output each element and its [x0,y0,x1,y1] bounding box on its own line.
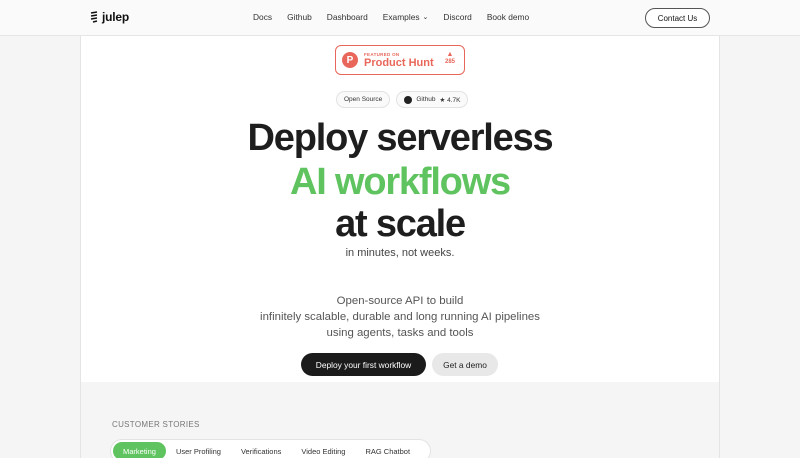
top-header: julep Docs Github Dashboard Examples ⌄ D… [0,0,800,36]
get-demo-button[interactable]: Get a demo [432,353,498,376]
nav-examples[interactable]: Examples ⌄ [383,12,429,22]
nav-github[interactable]: Github [287,12,312,22]
nav-docs[interactable]: Docs [253,12,272,22]
product-hunt-text: FEATURED ON Product Hunt [364,52,434,69]
tab-video-editing[interactable]: Video Editing [291,442,355,458]
product-hunt-icon: P [342,52,358,68]
badge-row: Open Source Github ★ 4.7K [336,91,469,108]
julep-logo-icon [90,11,98,23]
hero-title-line-3: at scale [335,203,466,245]
github-pill[interactable]: Github ★ 4.7K [396,91,469,108]
customer-stories-tabs: Marketing User Profiling Verifications V… [110,439,432,458]
hero-description-line-1: Open-source API to build [336,295,464,307]
open-source-pill[interactable]: Open Source [336,91,391,108]
hero-title-line-2: AI workflows [290,161,511,203]
nav-discord[interactable]: Discord [443,12,471,22]
product-hunt-vote-count: 285 [444,59,455,65]
hero-description-line-2: infinitely scalable, durable and long ru… [260,311,540,323]
open-source-label: Open Source [344,96,383,103]
tab-marketing[interactable]: Marketing [113,442,166,458]
customer-stories-title: CUSTOMER STORIES [112,420,200,429]
hero-subtitle: in minutes, not weeks. [345,247,455,259]
tab-rag-chatbot[interactable]: RAG Chatbot [355,442,420,458]
logo[interactable]: julep [90,10,129,24]
github-label: Github [416,96,436,103]
product-hunt-badge[interactable]: P FEATURED ON Product Hunt ▲ 285 [335,45,465,75]
deploy-workflow-button[interactable]: Deploy your first workflow [301,353,426,376]
github-icon [404,95,413,104]
hero-description-line-3: using agents, tasks and tools [326,327,474,339]
nav-examples-label: Examples [382,12,420,22]
tab-user-profiling[interactable]: User Profiling [166,442,231,458]
nav-dashboard[interactable]: Dashboard [327,12,368,22]
nav-book-demo[interactable]: Book demo [487,12,529,22]
logo-text: julep [102,10,130,24]
main-nav: Docs Github Dashboard Examples ⌄ Discord… [253,12,544,22]
product-hunt-name: Product Hunt [364,56,434,69]
tab-verifications[interactable]: Verifications [231,442,291,458]
chevron-down-icon: ⌄ [422,14,429,21]
hero-description: Open-source API to build infinitely scal… [0,293,800,341]
contact-us-button[interactable]: Contact Us [645,8,710,28]
product-hunt-votes: ▲ 285 [445,51,455,65]
github-stars: ★ 4.7K [439,96,461,104]
hero-title-line-1: Deploy serverless [247,117,554,159]
upvote-icon: ▲ [446,51,454,58]
